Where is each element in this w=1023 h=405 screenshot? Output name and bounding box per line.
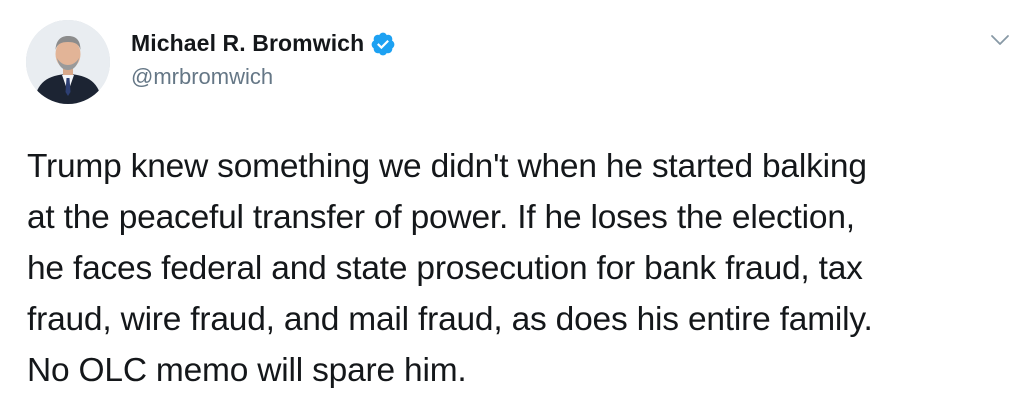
verified-badge-icon [370,31,396,57]
tweet-text-line: at the peaceful transfer of power. If he… [27,199,855,236]
tweet-text-line: Trump knew something we didn't when he s… [27,148,867,185]
chevron-down-icon[interactable] [988,28,1012,52]
display-name[interactable]: Michael R. Bromwich [131,30,364,57]
author-name-row: Michael R. Bromwich [131,30,396,57]
tweet-text-line: No OLC memo will spare him. [27,352,467,389]
profile-photo-icon [26,20,110,104]
tweet-text-line: he faces federal and state prosecution f… [27,250,863,287]
tweet-card: Michael R. Bromwich @mrbromwich Trump kn… [0,0,1023,405]
tweet-text-line: fraud, wire fraud, and mail fraud, as do… [27,301,873,338]
user-handle[interactable]: @mrbromwich [131,64,273,90]
tweet-text: Trump knew something we didn't when he s… [27,141,1017,396]
avatar[interactable] [26,20,110,104]
